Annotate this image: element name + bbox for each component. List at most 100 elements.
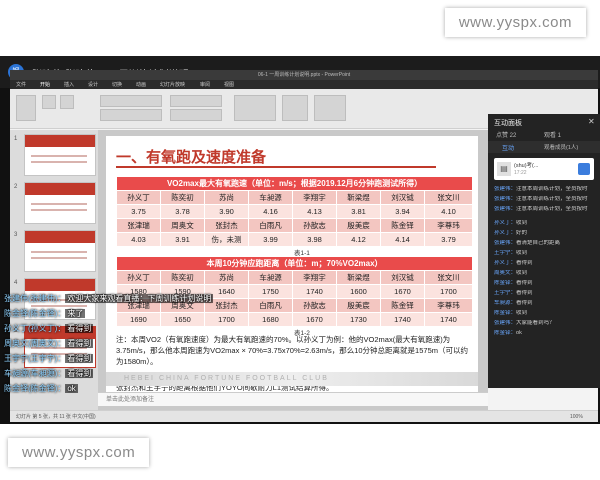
- panel-message: 张建伟：注意本周训练计划，全员按时: [494, 206, 588, 212]
- status-bar: 幻灯片 第 5 张，共 11 张 中文(中国) 100%: [10, 410, 598, 422]
- pinned-message[interactable]: ▤ (shu)考(... 17:22: [494, 158, 594, 180]
- table-cell: 张文川: [423, 190, 474, 205]
- tab-interaction[interactable]: 互动: [502, 143, 514, 152]
- slide-thumbnail[interactable]: [24, 182, 96, 224]
- ribbon-tab-insert[interactable]: 插入: [64, 81, 74, 88]
- table-cell: 4.12: [336, 232, 381, 247]
- chat-message: 孙义丁(孙义丁)： 看得到: [4, 324, 94, 333]
- view-count: 观看 1: [544, 133, 562, 139]
- chat-message: 陈金铎(陈金铎)： ok: [4, 384, 78, 393]
- table-cell: 4.03: [116, 232, 161, 247]
- table-cell: 1730: [336, 312, 381, 327]
- panel-message: 张建伟：注意本周训练计划，全员按时: [494, 186, 588, 192]
- font-box-icon[interactable]: [100, 95, 162, 107]
- close-icon[interactable]: ✕: [588, 117, 595, 126]
- ribbon-tab-design[interactable]: 设计: [88, 81, 98, 88]
- paste-icon[interactable]: [16, 95, 36, 121]
- table-cell: 陈奕初: [160, 270, 205, 285]
- table-cell: 刘汉钺: [380, 190, 425, 205]
- table-cell: 1670: [292, 312, 337, 327]
- table-cell: 4.14: [380, 232, 425, 247]
- panel-message: 王宇宁：收到: [494, 250, 528, 256]
- paragraph-icon[interactable]: [170, 95, 222, 107]
- ribbon-tab-slideshow[interactable]: 幻灯片放映: [160, 81, 185, 88]
- panel-message: 孙义丁：收到: [494, 220, 528, 226]
- title-underline: [116, 166, 436, 168]
- table-cell: 1740: [380, 312, 425, 327]
- table-cell: 3.99: [248, 232, 293, 247]
- table-cell: 伤，未测: [204, 232, 249, 247]
- shapes-icon[interactable]: [234, 95, 276, 121]
- table2-header: 本周10分钟应跑距离（单位：m；70%VO2max）: [115, 256, 474, 271]
- notes-pane[interactable]: 单击此处添加备注: [98, 392, 488, 406]
- table-cell: 3.94: [380, 204, 425, 219]
- thumb-number: 3: [14, 232, 18, 238]
- table-cell: 车昶源: [248, 270, 293, 285]
- watermark-bottom: www.yyspx.com: [8, 438, 150, 467]
- chat-message: 王宇宁(王宇宁)： 看得到: [4, 354, 94, 363]
- table-cell: 3.75: [116, 204, 161, 219]
- table-cell: 周奥文: [160, 218, 205, 233]
- panel-title: 互动面板: [494, 120, 522, 127]
- panel-message: 孙义丁：看得到: [494, 260, 533, 266]
- table-cell: 李翔宇: [292, 270, 337, 285]
- table-cell: 孙义丁: [116, 190, 161, 205]
- panel-message: 张建伟：看清楚自己的距离: [494, 240, 561, 246]
- ppt-window-title: 06-1 一周训练计划说明.pptx - PowerPoint: [10, 70, 598, 80]
- club-band: HEBEI CHINA FORTUNE FOOTBALL CLUB: [106, 372, 478, 386]
- table-cell: 李翔宇: [292, 190, 337, 205]
- table-cell: 孙歆志: [292, 298, 337, 313]
- ribbon-tab-home[interactable]: 开始: [40, 81, 50, 88]
- panel-message: 王宇宁：看得到: [494, 290, 533, 296]
- new-slide-icon[interactable]: [42, 95, 56, 109]
- layout-icon[interactable]: [60, 95, 74, 109]
- slide-thumbnail[interactable]: [24, 230, 96, 272]
- table-cell: 殷美宸: [336, 218, 381, 233]
- editing-icon[interactable]: [314, 95, 346, 121]
- slide-thumbnail[interactable]: [24, 134, 96, 176]
- table-cell: 1750: [248, 284, 293, 299]
- table-cell: 张津瑞: [116, 218, 161, 233]
- table-cell: 陈金铎: [380, 218, 425, 233]
- font-format-icon[interactable]: [100, 109, 162, 121]
- table-cell: 张封杰: [204, 218, 249, 233]
- table-cell: 白雨凡: [248, 218, 293, 233]
- table-cell: 3.81: [336, 204, 381, 219]
- thumb-number: 2: [14, 184, 18, 190]
- panel-message: 车昶源：看得到: [494, 300, 533, 306]
- distance-table: 本周10分钟应跑距离（单位：m；70%VO2max） 孙义丁 陈奕初 苏尚 车昶…: [115, 256, 474, 327]
- table-cell: 靳梁煜: [336, 190, 381, 205]
- ribbon-tab-transitions[interactable]: 切换: [112, 81, 122, 88]
- vo2max-table: VO2max最大有氧跑速（单位：m/s；根据2019.12月6分钟跑测试所得） …: [115, 176, 474, 247]
- ribbon-tabs: 文件 开始 插入 设计 切换 动画 幻灯片放映 审阅 视图: [10, 80, 598, 89]
- table1-header: VO2max最大有氧跑速（单位：m/s；根据2019.12月6分钟跑测试所得）: [115, 176, 474, 191]
- panel-message: 周奥文：收到: [494, 270, 528, 276]
- align-icon[interactable]: [170, 109, 222, 121]
- panel-message: 陈金铎：看得到: [494, 280, 533, 286]
- chat-message: 车昶源(车昶源)： 看得到: [4, 369, 94, 378]
- slide-canvas[interactable]: 一、有氧跑及速度准备 VO2max最大有氧跑速（单位：m/s；根据2019.12…: [106, 136, 478, 394]
- panel-tabs: 互动 观看成员(1人): [488, 141, 600, 153]
- like-count[interactable]: 点赞 22: [496, 130, 516, 139]
- ribbon-tab-view[interactable]: 视图: [224, 81, 234, 88]
- zoom-level[interactable]: 100%: [570, 411, 583, 422]
- ribbon-tab-review[interactable]: 审阅: [200, 81, 210, 88]
- table-cell: 1650: [160, 312, 205, 327]
- slide-title: 一、有氧跑及速度准备: [116, 149, 267, 166]
- chat-message: 张建伟(张建伟)： 欢迎大家来观看直播：下周训练计划说明: [4, 294, 214, 303]
- document-icon: ▤: [497, 162, 511, 176]
- tab-members[interactable]: 观看成员(1人): [544, 143, 578, 151]
- arrange-icon[interactable]: [282, 95, 308, 121]
- ribbon-tab-animations[interactable]: 动画: [136, 81, 146, 88]
- table-cell: 白雨凡: [248, 298, 293, 313]
- share-icon[interactable]: [578, 163, 590, 175]
- thumb-number: 1: [14, 136, 18, 142]
- table-cell: 苏尚: [204, 270, 249, 285]
- table-cell: 1680: [248, 312, 293, 327]
- table-cell: 陈奕初: [160, 190, 205, 205]
- slide-note-1: 注：本周VO2（有氧跑速度）为最大有氧跑速的70%。以孙义丁为例：他的VO2ma…: [116, 335, 468, 366]
- table-cell: 孙歆志: [292, 218, 337, 233]
- table-cell: 1740: [423, 312, 474, 327]
- table-cell: 4.16: [248, 204, 293, 219]
- ribbon-tab-file[interactable]: 文件: [16, 81, 26, 88]
